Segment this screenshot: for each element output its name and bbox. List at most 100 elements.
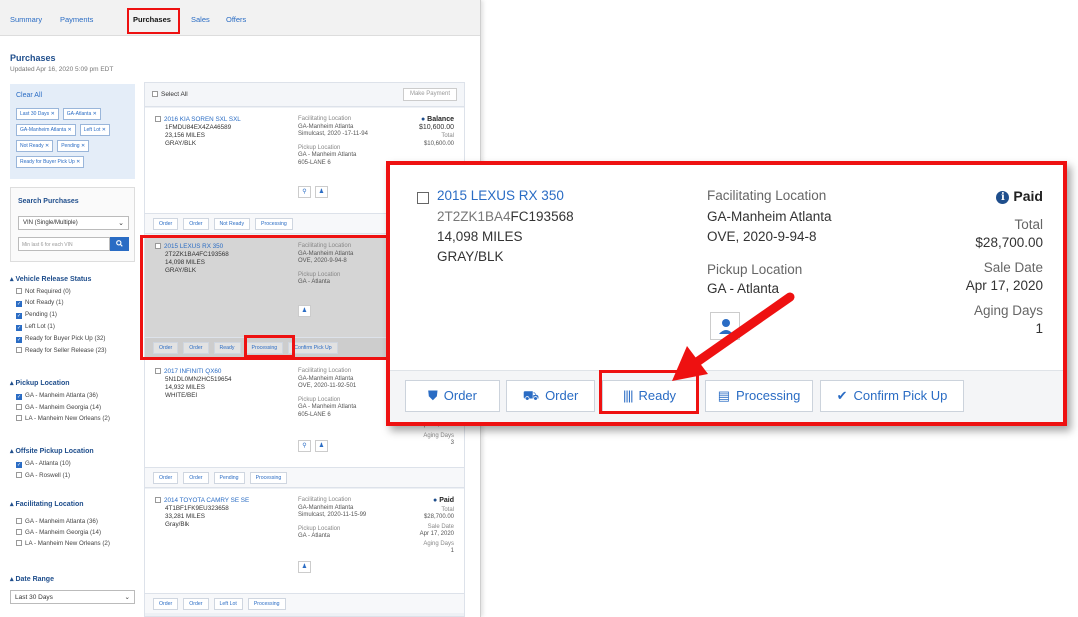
person-icon[interactable]: ♟ [315,186,328,198]
vin-type-select[interactable]: VIN (Single/Multiple) ⌄ [18,216,129,230]
chevron-down-icon: ⌄ [118,220,124,227]
offsite-pickup-filter: ▴ Offsite Pickup Location ✓ GA - Atlanta … [10,447,138,483]
filter-option[interactable]: GA - Manheim Georgia (14) [10,404,138,411]
filter-chip[interactable]: Left Lot ✕ [79,124,110,136]
search-icon[interactable] [110,237,129,251]
vehicle-title-link[interactable]: 2016 KIA SOREN SXL SXL [164,116,241,123]
facilitating-value: GA-Manheim Atlanta [707,209,832,224]
order-button[interactable]: Order [153,598,179,610]
search-title: Search Purchases [18,198,79,205]
filter-chip[interactable]: GA-Atlanta ✕ [62,108,101,120]
tab-summary[interactable]: Summary [10,15,42,24]
clear-all-link[interactable]: Clear All [16,92,42,99]
facilitating-sub: OVE, 2020-9-94-8 [707,229,817,244]
filter-option[interactable]: LA - Manheim New Orleans (2) [10,415,138,422]
filter-option[interactable]: Ready for Seller Release (23) [10,347,138,354]
truck-icon: ⛟ [522,388,540,403]
filter-option[interactable]: LA - Manheim New Orleans (2) [10,540,138,547]
card-actions: ⛊ Order ⛟ Order |||| Ready ▤ Processing ✔ Con… [390,370,1063,422]
order-button[interactable]: Order [183,218,209,230]
filter-option[interactable]: ✓ Left Lot (1) [10,323,138,331]
color-text: GRAY/BLK [437,249,504,264]
pickup-location-filter: ▴ Pickup Location ✓ GA - Manheim Atlanta … [10,379,138,426]
person-icon[interactable]: ♟ [315,440,328,452]
search-purchases-panel: Search Purchases VIN (Single/Multiple) ⌄… [10,187,135,262]
facilitating-label: Facilitating Location [707,188,827,203]
pickup-label: Pickup Location [707,262,803,277]
person-icon[interactable]: ♟ [298,561,311,573]
filter-option[interactable]: GA - Manheim Georgia (14) [10,529,138,536]
zoomed-card: 2015 LEXUS RX 350 2T2ZK1BA4FC193568 14,0… [386,161,1067,426]
order-button[interactable]: ⛟ Order [506,380,595,412]
purchases-tab-highlight [127,8,180,34]
chevron-down-icon: ⌄ [124,594,130,601]
location-pin-icon[interactable]: ⚲ [298,440,311,452]
location-pin-icon[interactable]: ⚲ [298,186,311,198]
sale-date-value: Apr 17, 2020 [965,278,1043,293]
mileage-text: 14,098 MILES [437,229,523,244]
select-all-checkbox[interactable]: Select All [152,91,188,98]
info-icon: i [996,191,1010,204]
order-button[interactable]: Order [153,218,179,230]
processing-button[interactable]: Processing [247,598,286,610]
person-icon[interactable] [710,312,740,340]
results-header: Select All Make Payment [145,83,464,107]
pickup-value: GA - Atlanta [707,281,780,296]
order-button[interactable]: Order [183,598,209,610]
shield-icon: ⛊ [428,388,438,403]
status-badge: i Paid [996,188,1043,204]
filter-chip[interactable]: Ready for Buyer Pick Up ✕ [16,156,85,168]
vin-text: 2T2ZK1BA4FC193568 [437,209,574,224]
filter-option[interactable]: Not Required (0) [10,288,138,295]
select-checkbox[interactable] [417,192,429,204]
order-button[interactable]: Order [183,472,209,484]
facilitating-location-filter: ▴ Facilitating Location GA - Manheim Atl… [10,500,138,551]
tab-sales[interactable]: Sales [191,15,210,24]
confirm-pickup-button[interactable]: ✔ Confirm Pick Up [820,380,964,412]
pending-button[interactable]: Pending [213,472,245,484]
processing-button[interactable]: Processing [255,218,293,230]
ready-button-highlight [599,370,699,414]
filter-chip[interactable]: Last 30 Days ✕ [16,108,59,120]
date-range-filter: ▴ Date Range [10,576,54,583]
filter-option[interactable]: ✓ Pending (1) [10,311,138,319]
not-ready-button[interactable]: Not Ready [213,218,251,230]
filter-chip[interactable]: GA-Manheim Atlanta ✕ [16,124,76,136]
aging-days-label: Aging Days [973,303,1043,318]
sale-date-label: Sale Date [983,260,1043,275]
order-button[interactable]: ⛊ Order [405,380,500,412]
ready-button-highlight [244,335,295,358]
filter-option[interactable]: GA - Roswell (1) [10,472,138,479]
vehicle-title-link[interactable]: 2014 TOYOTA CAMRY SE SE [164,497,249,504]
filter-sidebar: Clear All Last 30 Days ✕ GA-Atlanta ✕ GA… [0,82,140,617]
tab-bar: Summary Payments Purchases Sales Offers [0,0,480,36]
total-label: Total [1014,217,1043,232]
tab-payments[interactable]: Payments [60,15,93,24]
total-value: $28,700.00 [975,235,1043,250]
processing-button[interactable]: ▤ Processing [705,380,813,412]
filter-option[interactable]: ✓ Not Ready (1) [10,299,138,307]
make-payment-button[interactable]: Make Payment [402,88,457,101]
filter-option[interactable]: ✓ GA - Manheim Atlanta (36) [10,392,138,400]
order-button[interactable]: Order [153,472,179,484]
vehicle-title-link[interactable]: 2017 INFINITI QX60 [164,368,221,375]
page-title: Purchases [10,53,56,63]
filter-option[interactable]: ✓ Ready for Buyer Pick Up (32) [10,335,138,343]
check-icon: ✔ [836,388,848,403]
updated-timestamp: Updated Apr 16, 2020 5:09 pm EDT [10,66,114,73]
date-range-select[interactable]: Last 30 Days ⌄ [10,590,135,604]
filter-option[interactable]: ✓ GA - Atlanta (10) [10,460,138,468]
document-icon: ▤ [717,388,730,403]
filter-chip[interactable]: Pending ✕ [57,140,90,152]
filter-chip[interactable]: Not Ready ✕ [16,140,54,152]
active-filters: Clear All Last 30 Days ✕ GA-Atlanta ✕ GA… [10,84,135,179]
vin-search-input[interactable]: Min last 6 for each VIN [18,237,110,251]
left-lot-button[interactable]: Left Lot [213,598,243,610]
result-card: 2014 TOYOTA CAMRY SE SE 4T1BF1FK9EU32365… [145,489,464,613]
filter-option[interactable]: GA - Manheim Atlanta (36) [10,518,138,525]
tab-offers[interactable]: Offers [226,15,246,24]
processing-button[interactable]: Processing [249,472,288,484]
vehicle-release-status-filter: ▴ Vehicle Release Status Not Required (0… [10,275,138,358]
vehicle-title-link[interactable]: 2015 LEXUS RX 350 [437,188,564,203]
aging-days-value: 1 [1035,321,1043,336]
